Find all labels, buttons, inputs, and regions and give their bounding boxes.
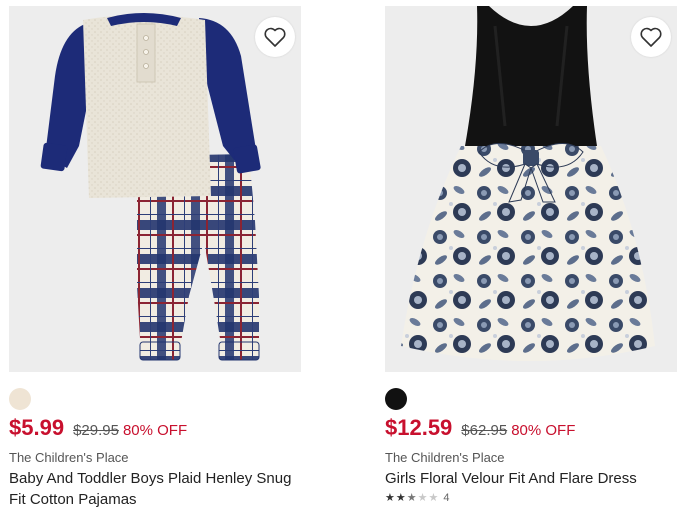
original-price: $29.95 xyxy=(73,422,119,439)
product-card[interactable]: $5.99 $29.95 80% OFF The Children's Plac… xyxy=(9,0,309,508)
product-title[interactable]: Baby And Toddler Boys Plaid Henley Snug … xyxy=(9,468,309,510)
product-image[interactable] xyxy=(385,6,677,372)
color-swatch[interactable] xyxy=(9,388,31,410)
discount-label: 80% OFF xyxy=(122,422,188,439)
product-title[interactable]: Girls Floral Velour Fit And Flare Dress xyxy=(385,468,685,489)
wishlist-button[interactable] xyxy=(255,17,295,57)
price-row: $12.59 $62.95 80% OFF xyxy=(385,415,575,441)
star-icon: ★ xyxy=(395,491,406,504)
sale-price: $5.99 xyxy=(9,415,65,440)
sale-price: $12.59 xyxy=(385,415,453,440)
star-rating[interactable]: ★ ★ ★ ★ ★ 4 xyxy=(385,492,450,504)
product-card[interactable]: $12.59 $62.95 80% OFF The Children's Pla… xyxy=(385,0,685,504)
brand-name: The Children's Place xyxy=(385,450,505,465)
dress-image xyxy=(401,6,655,361)
star-icon: ★ xyxy=(406,491,417,504)
star-icon: ★ xyxy=(417,491,428,504)
heart-outline-icon xyxy=(264,27,286,47)
review-count: 4 xyxy=(443,492,450,504)
price-row: $5.99 $29.95 80% OFF xyxy=(9,415,187,441)
color-swatch[interactable] xyxy=(385,388,407,410)
pajamas-image xyxy=(40,13,261,361)
star-icon: ★ xyxy=(385,491,395,504)
discount-label: 80% OFF xyxy=(511,422,576,439)
wishlist-button[interactable] xyxy=(631,17,671,57)
original-price: $62.95 xyxy=(461,422,508,439)
star-icon: ★ xyxy=(428,491,439,504)
brand-name: The Children's Place xyxy=(9,450,129,465)
heart-outline-icon xyxy=(640,27,662,47)
product-image[interactable] xyxy=(9,6,301,372)
